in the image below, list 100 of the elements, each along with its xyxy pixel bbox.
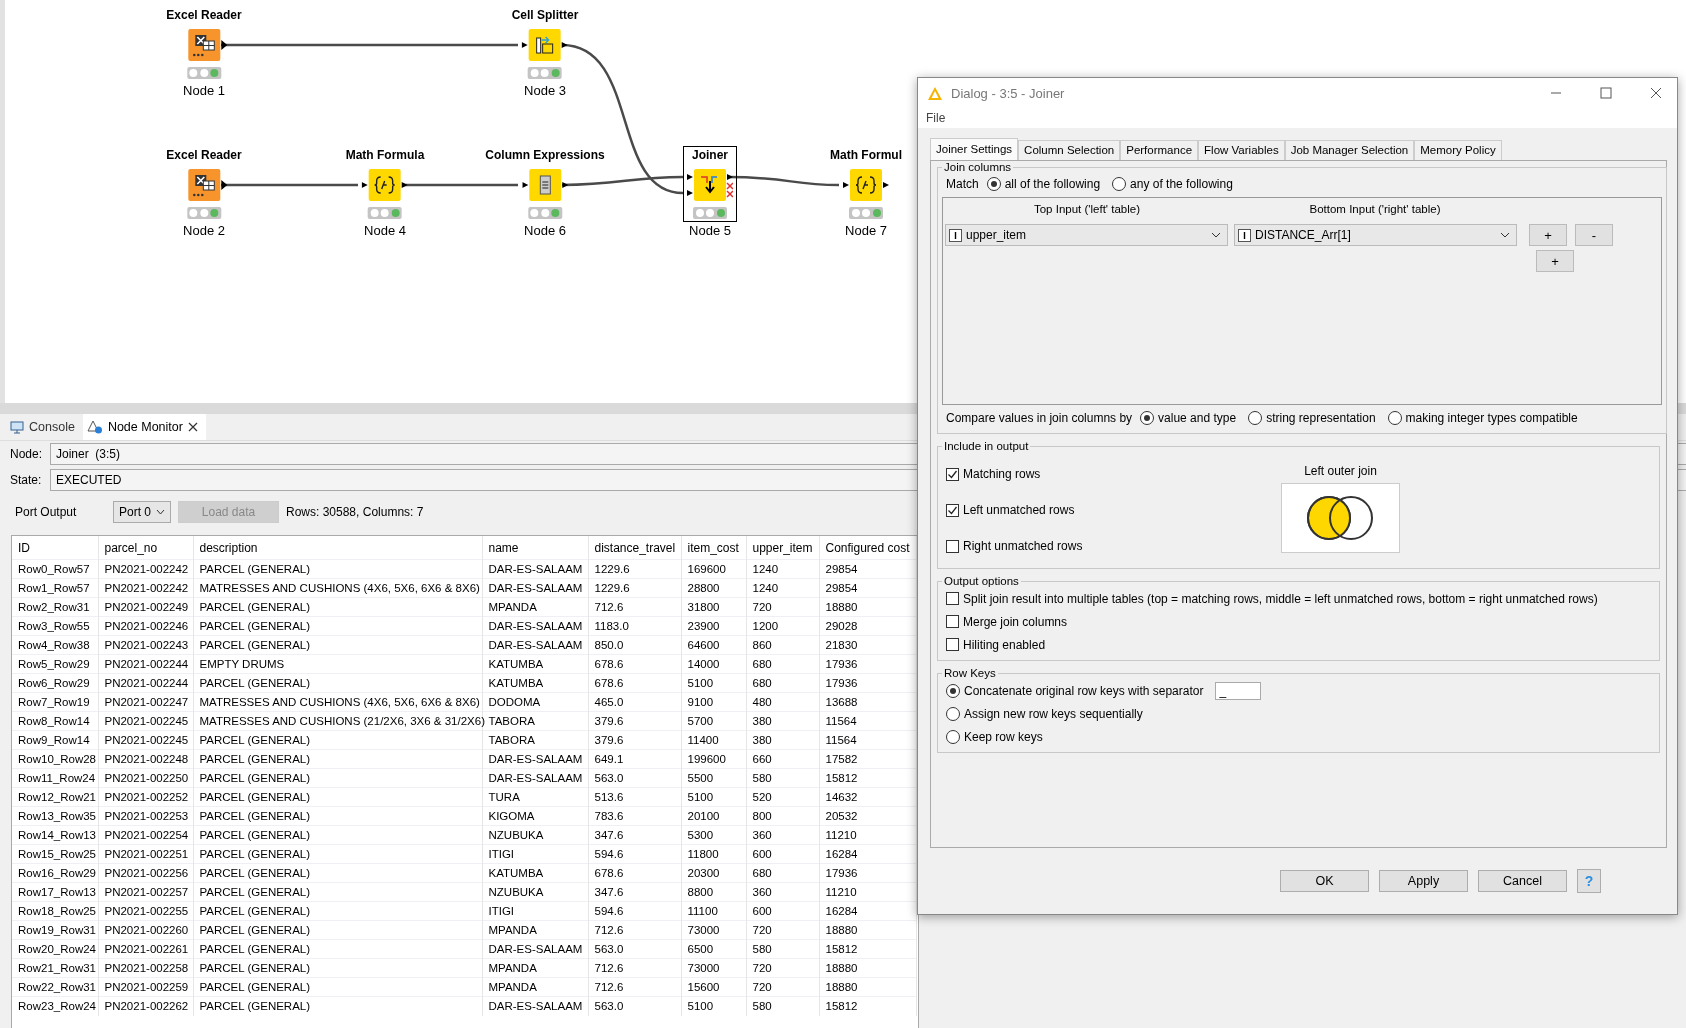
view-tab[interactable]: Console bbox=[6, 414, 83, 440]
checkbox[interactable] bbox=[946, 467, 959, 481]
table-cell: DAR-ES-SALAAM bbox=[482, 996, 588, 1016]
column-header[interactable]: ID bbox=[12, 536, 98, 560]
radio-button[interactable] bbox=[946, 706, 960, 721]
workflow-node[interactable]: Math Formula bbox=[341, 146, 429, 222]
radio-button[interactable] bbox=[986, 177, 1001, 191]
node-label: Node 2 bbox=[183, 223, 225, 239]
node-label: Node 7 bbox=[845, 223, 887, 239]
menu-item[interactable]: File bbox=[926, 111, 946, 126]
checkbox[interactable] bbox=[946, 638, 959, 651]
table-cell: 1229.6 bbox=[588, 578, 681, 598]
checkbox-label: Merge join columns bbox=[963, 614, 1068, 629]
workflow-node[interactable]: Excel Reader bbox=[162, 146, 246, 222]
column-dropdown[interactable]: DISTANCE_Arr[1] bbox=[1234, 224, 1517, 246]
table-cell: 649.1 bbox=[588, 749, 681, 769]
table-cell: 680 bbox=[746, 654, 819, 674]
settings-tab[interactable]: Joiner Settings bbox=[930, 138, 1019, 160]
column-header[interactable]: Configured cost bbox=[819, 536, 916, 560]
dialog-button[interactable]: Cancel bbox=[1478, 870, 1567, 892]
close-icon[interactable] bbox=[187, 422, 198, 432]
workflow-node[interactable]: Column Expressions bbox=[481, 146, 609, 222]
table-cell: PARCEL (GENERAL) bbox=[193, 730, 482, 750]
column-header[interactable]: item_cost bbox=[681, 536, 746, 560]
dialog-button[interactable]: Apply bbox=[1379, 870, 1468, 892]
expression-node-icon[interactable] bbox=[522, 169, 568, 201]
table-cell: KIGOMA bbox=[482, 806, 588, 826]
table-cell: Row16_Row29 bbox=[12, 863, 98, 883]
settings-tab[interactable]: Performance bbox=[1120, 140, 1199, 160]
add-button[interactable]: + bbox=[1529, 224, 1567, 246]
table-cell: Row9_Row14 bbox=[12, 730, 98, 750]
settings-tab[interactable]: Job Manager Selection bbox=[1284, 140, 1415, 160]
table-cell: 8800 bbox=[681, 882, 746, 902]
table-cell: 5100 bbox=[681, 673, 746, 693]
settings-tab[interactable]: Memory Policy bbox=[1414, 140, 1502, 160]
table-cell: 600 bbox=[746, 844, 819, 864]
node-title: Math Formula bbox=[345, 147, 425, 163]
table-cell: PARCEL (GENERAL) bbox=[193, 844, 482, 864]
table-cell: 23900 bbox=[681, 616, 746, 636]
radio-label: Keep row keys bbox=[964, 729, 1043, 744]
view-tab[interactable]: Node Monitor bbox=[82, 414, 206, 440]
table-cell: 15600 bbox=[681, 977, 746, 997]
table-cell: 563.0 bbox=[588, 996, 681, 1016]
workflow-node[interactable]: Math Formul bbox=[826, 146, 906, 222]
dialog-button[interactable]: OK bbox=[1280, 870, 1369, 892]
checkbox[interactable] bbox=[946, 539, 959, 553]
column-header[interactable]: upper_item bbox=[746, 536, 819, 560]
table-cell: 1200 bbox=[746, 616, 819, 636]
port-output-label: Port Output bbox=[15, 505, 78, 519]
table-cell: 720 bbox=[746, 920, 819, 940]
column-header[interactable]: description bbox=[193, 536, 482, 560]
formula-node-icon[interactable] bbox=[843, 169, 889, 201]
table-cell: 520 bbox=[746, 787, 819, 807]
settings-tab[interactable]: Flow Variables bbox=[1198, 140, 1285, 160]
add-button[interactable]: + bbox=[1536, 250, 1574, 272]
radio-button[interactable] bbox=[1112, 177, 1127, 191]
radio-button[interactable] bbox=[1140, 411, 1155, 425]
separator-field[interactable]: _ bbox=[1215, 681, 1262, 700]
workflow-node[interactable]: Excel Reader bbox=[162, 6, 246, 82]
radio-button[interactable] bbox=[1387, 411, 1402, 425]
section-title: Include in output bbox=[943, 440, 1030, 452]
table-cell: Row14_Row13 bbox=[12, 825, 98, 845]
splitter-node-icon[interactable] bbox=[522, 29, 568, 61]
table-cell: DAR-ES-SALAAM bbox=[482, 616, 588, 636]
column-header[interactable]: distance_travel bbox=[588, 536, 681, 560]
column-dropdown[interactable]: upper_item bbox=[945, 224, 1228, 246]
settings-tab[interactable]: Column Selection bbox=[1018, 140, 1121, 160]
radio-label: Assign new row keys sequentially bbox=[964, 706, 1143, 721]
table-cell: 21830 bbox=[819, 635, 916, 655]
table-cell: 28800 bbox=[681, 578, 746, 598]
checkbox-label: Hiliting enabled bbox=[963, 637, 1046, 652]
column-header[interactable]: parcel_no bbox=[98, 536, 193, 560]
table-cell: PARCEL (GENERAL) bbox=[193, 996, 482, 1016]
table-cell: PN2021-002249 bbox=[98, 597, 193, 617]
port-dropdown[interactable]: Port 0 bbox=[113, 501, 171, 523]
table-cell: 15812 bbox=[819, 939, 916, 959]
table-cell: Row6_Row29 bbox=[12, 673, 98, 693]
table-cell: 20100 bbox=[681, 806, 746, 826]
close-icon[interactable] bbox=[1650, 87, 1662, 100]
table-cell: Row10_Row28 bbox=[12, 749, 98, 769]
table-cell: 783.6 bbox=[588, 806, 681, 826]
checkbox[interactable] bbox=[946, 503, 959, 517]
table-cell: PN2021-002256 bbox=[98, 863, 193, 883]
joiner-node-icon[interactable] bbox=[687, 169, 733, 201]
table-cell: 5500 bbox=[681, 768, 746, 788]
column-header[interactable]: name bbox=[482, 536, 588, 560]
table-cell: PN2021-002247 bbox=[98, 692, 193, 712]
workflow-node[interactable]: Joiner bbox=[683, 146, 737, 222]
maximize-icon[interactable] bbox=[1600, 87, 1612, 100]
checkbox[interactable] bbox=[946, 615, 959, 628]
radio-button[interactable] bbox=[946, 729, 960, 744]
remove-button[interactable]: - bbox=[1575, 224, 1613, 246]
checkbox[interactable] bbox=[946, 592, 959, 605]
chevron-down-icon bbox=[156, 509, 165, 515]
table-cell: 13688 bbox=[819, 692, 916, 712]
formula-node-icon[interactable] bbox=[362, 169, 408, 201]
workflow-node[interactable]: Cell Splitter bbox=[507, 6, 583, 82]
node-title: Math Formul bbox=[830, 147, 902, 163]
radio-button[interactable] bbox=[946, 683, 960, 698]
radio-button[interactable] bbox=[1248, 411, 1263, 425]
